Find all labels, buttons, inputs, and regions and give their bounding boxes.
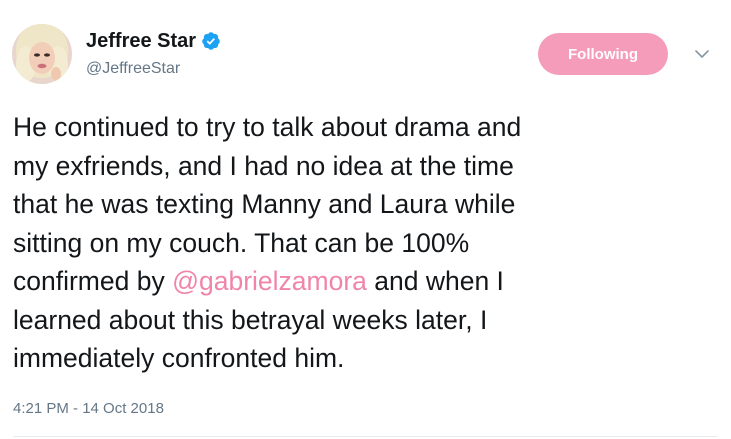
tweet-line: confirmed by @gabrielzamora and when I bbox=[13, 262, 713, 301]
tweet-text: He continued to try to talk about drama … bbox=[13, 108, 713, 378]
tweet-text-segment: and when I bbox=[366, 266, 504, 296]
tweet-line: that he was texting Manny and Laura whil… bbox=[13, 189, 516, 219]
tweet-text-segment: confirmed by bbox=[13, 266, 173, 296]
tweet-line: He continued to try to talk about drama … bbox=[13, 112, 522, 142]
following-button[interactable]: Following bbox=[538, 33, 668, 75]
chevron-down-icon bbox=[695, 49, 709, 58]
user-handle[interactable]: @JeffreeStar bbox=[86, 60, 180, 78]
tweet-line: my exfriends, and I had no idea at the t… bbox=[13, 150, 514, 181]
tweet-line: immediately confronted him. bbox=[13, 343, 345, 373]
tweet-line: sitting on my couch. That can be 100% bbox=[13, 227, 470, 258]
tweet-card: Jeffree Star @JeffreeStar Following He c… bbox=[0, 0, 731, 439]
more-options-button[interactable] bbox=[690, 44, 714, 64]
mention-link[interactable]: @gabrielzamora bbox=[172, 266, 367, 296]
avatar[interactable] bbox=[12, 24, 72, 84]
tweet-line: learned about this betrayal weeks later,… bbox=[13, 304, 488, 335]
display-name[interactable]: Jeffree Star bbox=[86, 30, 196, 52]
tweet-timestamp[interactable]: 4:21 PM - 14 Oct 2018 bbox=[13, 400, 164, 418]
user-name-row: Jeffree Star bbox=[86, 30, 221, 52]
verified-badge-icon bbox=[201, 31, 221, 51]
divider bbox=[13, 436, 718, 437]
